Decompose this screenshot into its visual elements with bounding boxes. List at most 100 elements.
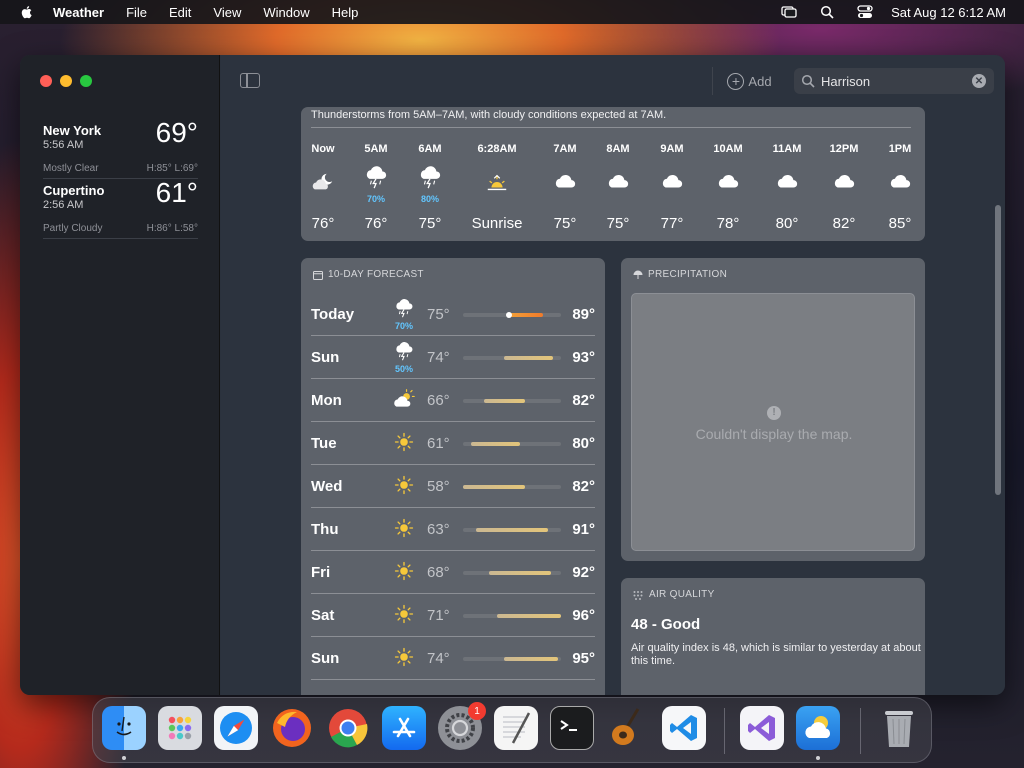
temp-range-fill xyxy=(488,571,551,575)
ten-day-title-text: 10-DAY FORECAST xyxy=(328,269,424,280)
screen-mirroring-icon[interactable] xyxy=(781,4,797,20)
precipitation-title-text: PRECIPITATION xyxy=(648,269,728,280)
precipitation-card: PRECIPITATION ! Couldn't display the map… xyxy=(621,258,925,561)
search-input[interactable] xyxy=(821,73,971,89)
dock-separator xyxy=(724,708,725,754)
menu-edit[interactable]: Edit xyxy=(169,5,191,20)
hour-label: 8AM xyxy=(606,143,630,155)
cloud-icon xyxy=(775,170,799,199)
clear-search-icon[interactable]: ✕ xyxy=(972,74,986,88)
hour-column: 10AM 78° xyxy=(698,143,758,232)
air-quality-icon xyxy=(633,590,643,600)
menu-view[interactable]: View xyxy=(213,5,241,20)
precipitation-title: PRECIPITATION xyxy=(633,269,727,280)
dock-weather-icon[interactable] xyxy=(796,706,840,750)
sidebar-city-new-york[interactable]: New York 5:56 AM 69° Mostly Clear H:85° … xyxy=(43,117,198,179)
dock-separator xyxy=(860,708,861,754)
forecast-day-row[interactable]: Wed 58° 82° xyxy=(311,465,595,508)
dock-visual-studio-icon[interactable] xyxy=(740,706,784,750)
dock-safari-icon[interactable] xyxy=(214,706,258,750)
sidebar-city-cupertino[interactable]: Cupertino 2:56 AM 61° Partly Cloudy H:86… xyxy=(43,177,198,239)
city-time: 2:56 AM xyxy=(43,199,84,211)
menu-weather[interactable]: Weather xyxy=(53,5,104,20)
window-controls xyxy=(40,75,100,87)
info-icon: ! xyxy=(767,405,781,420)
ten-day-title: 10-DAY FORECAST xyxy=(313,269,424,280)
dock-launchpad-icon[interactable] xyxy=(158,706,202,750)
forecast-day-row[interactable]: Tue 61° 80° xyxy=(311,422,595,465)
city-temp: 69° xyxy=(155,117,198,148)
search-icon xyxy=(801,74,815,88)
forecast-day-row[interactable]: Thu 63° 91° xyxy=(311,508,595,551)
hour-weather-icon xyxy=(467,163,527,205)
day-high-temp: 89° xyxy=(572,306,595,323)
hour-weather-icon xyxy=(698,163,758,205)
day-low-temp: 71° xyxy=(427,607,450,624)
dock-firefox-icon[interactable] xyxy=(270,706,314,750)
scrollbar[interactable] xyxy=(995,205,1001,495)
toolbar: + Add ✕ xyxy=(221,55,1005,107)
day-weather-icon xyxy=(389,514,419,544)
hour-weather-icon: 70% xyxy=(346,163,406,205)
dock-textedit-icon[interactable] xyxy=(494,706,538,750)
menu-file[interactable]: File xyxy=(126,5,147,20)
day-high-temp: 92° xyxy=(572,564,595,581)
sunrise-icon xyxy=(485,170,509,199)
hour-column: 11AM 80° xyxy=(757,143,817,232)
dock-system-settings-icon[interactable]: 1 xyxy=(438,702,486,750)
hour-weather-icon xyxy=(588,163,648,205)
dock-chrome-icon[interactable] xyxy=(326,706,370,750)
hour-label: 10AM xyxy=(713,143,743,155)
umbrella-icon xyxy=(633,270,643,279)
control-center-icon[interactable] xyxy=(857,4,873,20)
dock-terminal-icon[interactable] xyxy=(550,706,594,750)
sun-icon xyxy=(393,646,415,673)
menu-bar-clock[interactable]: Sat Aug 12 6:12 AM xyxy=(891,5,1006,20)
minimize-button[interactable] xyxy=(60,75,72,87)
day-weather-icon: 50% xyxy=(389,341,419,374)
dock-finder-icon[interactable] xyxy=(102,706,146,750)
day-name: Fri xyxy=(311,564,331,581)
search-field[interactable]: ✕ xyxy=(794,68,994,94)
day-high-temp: 95° xyxy=(572,650,595,667)
day-high-temp: 82° xyxy=(572,478,595,495)
hour-label: 7AM xyxy=(553,143,577,155)
sidebar-toggle-icon[interactable] xyxy=(240,73,260,88)
close-button[interactable] xyxy=(40,75,52,87)
sun-icon xyxy=(393,474,415,501)
forecast-day-row[interactable]: Sun 50% 74° 93° xyxy=(311,336,595,379)
forecast-day-row[interactable]: Mon 66° 82° xyxy=(311,379,595,422)
add-button-label: Add xyxy=(748,73,772,89)
apple-menu-icon[interactable] xyxy=(19,4,35,20)
day-low-temp: 66° xyxy=(427,392,450,409)
dock-garageband-icon[interactable] xyxy=(606,706,650,750)
hour-temp: 78° xyxy=(716,215,740,232)
temp-range-bar xyxy=(463,312,561,318)
forecast-day-row[interactable]: Sat 71° 96° xyxy=(311,594,595,637)
dock-trash-icon[interactable] xyxy=(877,706,921,750)
cloud-icon xyxy=(832,170,856,199)
sidebar: New York 5:56 AM 69° Mostly Clear H:85° … xyxy=(20,55,220,695)
sun-icon xyxy=(393,517,415,544)
dock-vscode-icon[interactable] xyxy=(662,706,706,750)
temp-range-bar xyxy=(463,614,561,618)
precipitation-map[interactable]: ! Couldn't display the map. xyxy=(631,293,915,551)
hour-temp: 75° xyxy=(606,215,630,232)
menu-bar: Weather File Edit View Window Help Sat A… xyxy=(0,0,1024,24)
menu-window[interactable]: Window xyxy=(263,5,309,20)
hour-temp: 75° xyxy=(418,215,442,232)
temp-range-fill xyxy=(470,442,520,446)
temp-range-fill xyxy=(475,528,549,532)
add-button[interactable]: + Add xyxy=(712,67,786,95)
temp-range-fill xyxy=(496,614,561,618)
forecast-day-row[interactable]: Fri 68° 92° xyxy=(311,551,595,594)
hour-column: 6AM 80% 75° xyxy=(400,143,460,232)
dock-app-store-icon[interactable] xyxy=(382,706,426,750)
menu-help[interactable]: Help xyxy=(332,5,359,20)
current-temp-dot xyxy=(506,312,513,318)
forecast-day-row[interactable]: Today 70% 75° 89° xyxy=(311,293,595,336)
forecast-day-row[interactable]: Sun 74° 95° xyxy=(311,637,595,680)
temp-range-fill xyxy=(463,485,525,489)
zoom-button[interactable] xyxy=(80,75,92,87)
spotlight-search-icon[interactable] xyxy=(819,4,835,20)
